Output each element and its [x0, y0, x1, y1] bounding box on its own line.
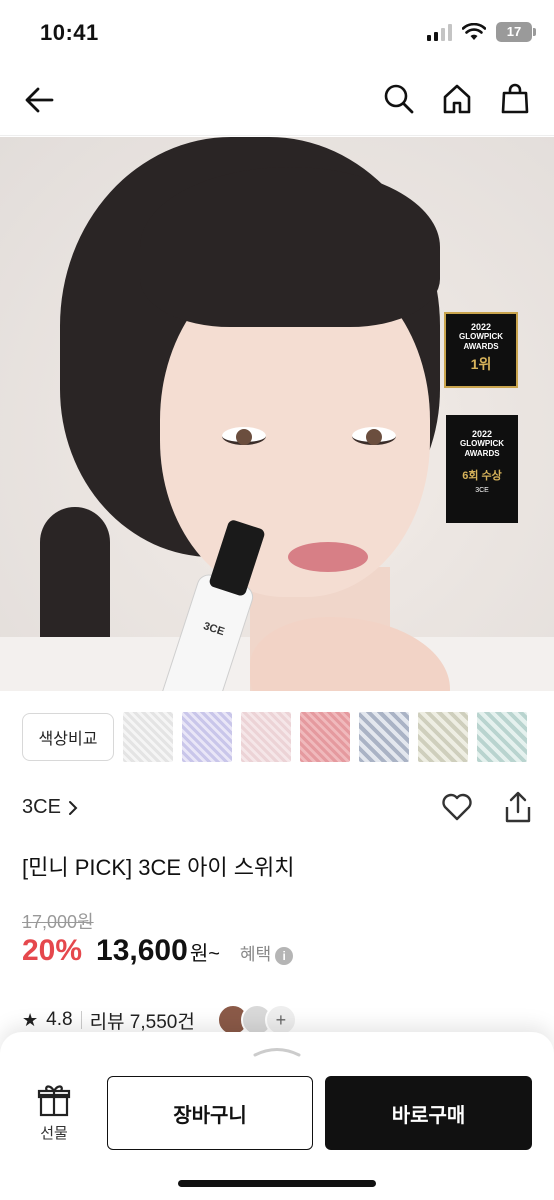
award-badge-2: 2022 GLOWPICK AWARDS 6회 수상 3CE	[446, 415, 518, 523]
divider	[80, 1011, 82, 1029]
model-fringe	[140, 167, 440, 327]
badge-rank: 6회 수상	[462, 470, 502, 482]
signal-icon	[427, 23, 452, 41]
status-bar: 10:41 17	[0, 0, 554, 64]
chevron-up-icon[interactable]	[251, 1046, 303, 1058]
nav-icons	[382, 82, 532, 116]
badge-name-line1: GLOWPICK	[459, 332, 503, 341]
award-badge-1: 2022 GLOWPICK AWARDS 1위	[444, 312, 518, 388]
badge-year: 2022	[470, 322, 492, 332]
color-swatch[interactable]	[241, 712, 291, 762]
badge-name-line1: GLOWPICK	[460, 439, 504, 448]
home-icon[interactable]	[440, 82, 474, 116]
sale-price: 13,600	[96, 934, 188, 967]
product-title: [민니 PICK] 3CE 아이 스위치	[22, 855, 295, 880]
status-indicators: 17	[427, 22, 536, 42]
shopping-bag-icon[interactable]	[498, 82, 532, 116]
color-swatch[interactable]	[182, 712, 232, 762]
gift-label: 선물	[40, 1125, 68, 1142]
color-swatch[interactable]	[300, 712, 350, 762]
review-count: 리뷰 7,550건	[89, 1011, 195, 1033]
chevron-right-icon	[68, 800, 78, 815]
share-icon[interactable]	[502, 790, 534, 824]
brand-link[interactable]: 3CE	[22, 796, 79, 819]
gift-icon	[37, 1085, 71, 1117]
model-lips	[288, 542, 368, 572]
arrow-left-icon[interactable]	[22, 82, 58, 118]
badge-year: 2022	[471, 429, 493, 439]
color-swatch[interactable]	[418, 712, 468, 762]
color-swatch[interactable]	[477, 712, 527, 762]
badge-brand: 3CE	[475, 487, 489, 494]
badge-rank: 1위	[470, 356, 492, 372]
model-hand	[250, 617, 450, 691]
rating-value: 4.8	[46, 1009, 73, 1030]
badge-name-line2: AWARDS	[464, 449, 500, 458]
wifi-icon	[462, 23, 486, 40]
benefit-button[interactable]: 혜택 i	[239, 940, 294, 965]
discount-rate: 20%	[22, 934, 83, 967]
battery-icon: 17	[496, 22, 536, 42]
top-nav	[0, 64, 554, 136]
brand-row: 3CE	[22, 788, 532, 828]
buy-now-button[interactable]: 바로구매	[325, 1076, 532, 1150]
product-tube-label: 3CE	[201, 620, 226, 639]
color-compare-button[interactable]: 색상비교	[22, 713, 114, 761]
heart-icon[interactable]	[440, 790, 474, 824]
purchase-bottom-sheet: 선물 장바구니 바로구매	[0, 1032, 554, 1200]
search-icon[interactable]	[382, 82, 416, 116]
model-eye-left	[222, 427, 266, 445]
original-price: 17,000원	[22, 912, 94, 932]
benefit-label: 혜택	[239, 945, 272, 964]
info-icon: i	[275, 947, 294, 965]
model-eye-right	[352, 427, 396, 445]
color-swatch[interactable]	[123, 712, 173, 762]
price-row: 20% 13,600 원~ 혜택 i	[22, 934, 294, 978]
home-indicator	[178, 1180, 376, 1187]
gift-button[interactable]: 선물	[30, 1082, 78, 1143]
status-time: 10:41	[40, 20, 99, 45]
add-to-cart-button[interactable]: 장바구니	[107, 1076, 313, 1150]
brand-name: 3CE	[22, 796, 61, 818]
sale-price-suffix: 원~	[189, 943, 220, 965]
badge-name-line2: AWARDS	[463, 342, 499, 351]
color-swatch[interactable]	[359, 712, 409, 762]
product-hero-image[interactable]: 3CE 2022 GLOWPICK AWARDS 1위 2022 GLOWPIC…	[0, 137, 554, 691]
color-swatch-row: 색상비교	[22, 712, 532, 762]
star-icon: ★	[22, 1009, 39, 1030]
